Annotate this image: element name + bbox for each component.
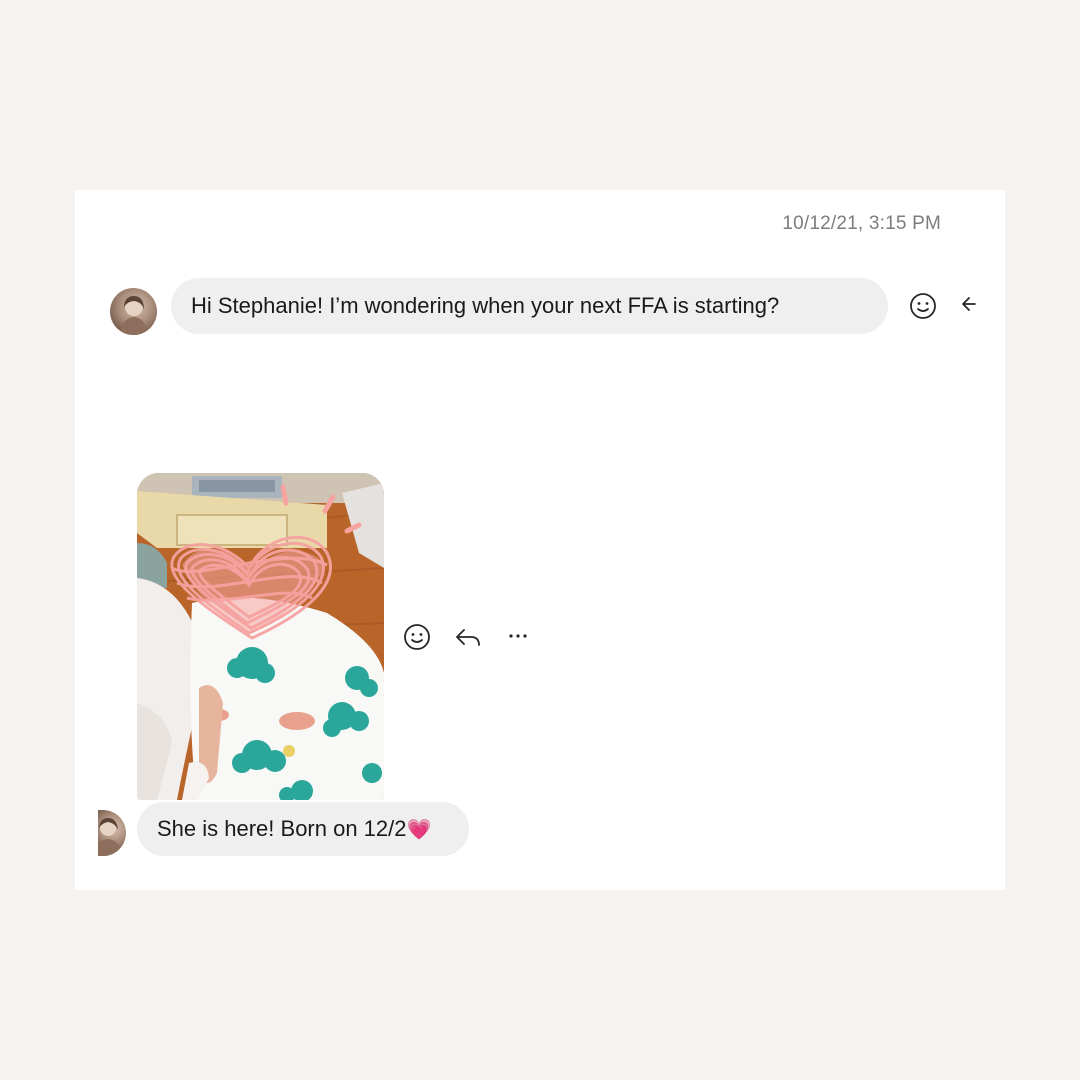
message-text: Hi Stephanie! I’m wondering when your ne…: [191, 293, 780, 318]
message-bubble[interactable]: Hi Stephanie! I’m wondering when your ne…: [171, 278, 888, 334]
pink-heart-emoji: 💗: [406, 819, 432, 841]
photo-attachment[interactable]: [137, 473, 384, 800]
smile-icon[interactable]: [908, 291, 938, 321]
chat-thread-panel: 10/12/21, 3:15 PM Hi Stephanie! I’m wond…: [75, 190, 1005, 890]
smile-icon[interactable]: [402, 622, 432, 652]
message-text: She is here! Born on 12/2: [157, 816, 407, 841]
message-timestamp: 10/12/21, 3:15 PM: [782, 213, 941, 234]
message-bubble[interactable]: She is here! Born on 12/2💗: [137, 802, 469, 856]
more-icon[interactable]: [507, 626, 529, 646]
sender-avatar[interactable]: [110, 288, 157, 335]
sender-avatar[interactable]: [98, 810, 126, 856]
reply-arrow-icon[interactable]: [959, 292, 981, 316]
reply-icon[interactable]: [453, 622, 483, 652]
